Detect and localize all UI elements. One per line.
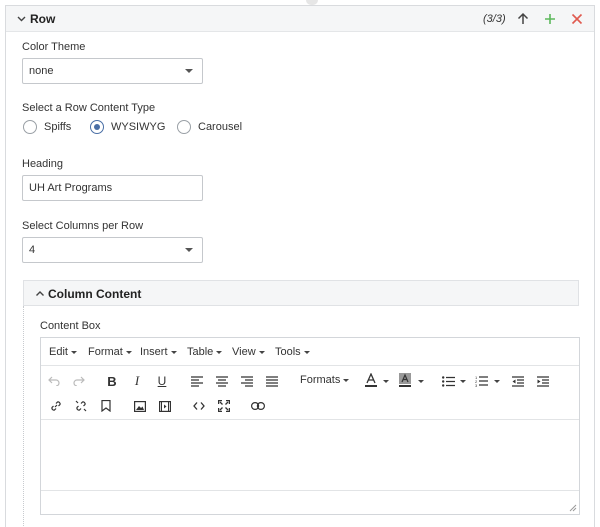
editor-menubar: Edit Format Insert Table View Tools: [41, 338, 579, 366]
columns-value: 4: [29, 244, 36, 256]
numbered-list-caret[interactable]: [494, 380, 500, 383]
column-content-guide: [23, 306, 24, 527]
align-justify-icon[interactable]: [264, 373, 280, 389]
radio-circle[interactable]: [177, 120, 191, 134]
fullscreen-icon[interactable]: [216, 398, 232, 414]
editor-content-area[interactable]: [41, 421, 579, 490]
background-color-icon[interactable]: [397, 372, 413, 388]
close-icon[interactable]: [569, 11, 585, 27]
radio-circle[interactable]: [23, 120, 37, 134]
menu-view[interactable]: View: [232, 346, 265, 358]
text-color-icon[interactable]: [363, 372, 379, 388]
radio-label: Spiffs: [44, 121, 72, 133]
radio-carousel[interactable]: Carousel: [177, 120, 242, 134]
editor-toolbar: B I U Formats 123: [41, 366, 579, 420]
content-type-label: Select a Row Content Type: [22, 102, 156, 114]
svg-text:3: 3: [475, 383, 478, 387]
columns-select[interactable]: 4: [22, 237, 203, 263]
resize-handle-icon[interactable]: [569, 504, 577, 512]
align-right-icon[interactable]: [239, 373, 255, 389]
unlink-icon[interactable]: [73, 398, 89, 414]
redo-icon[interactable]: [71, 373, 87, 389]
color-theme-select[interactable]: none: [22, 58, 203, 84]
chevron-down-icon[interactable]: [16, 13, 27, 24]
radio-label: WYSIWYG: [111, 121, 166, 133]
color-theme-value: none: [29, 65, 54, 77]
link-icon[interactable]: [48, 398, 64, 414]
row-panel: Row (3/3) Color Theme none Select a Row …: [5, 5, 595, 527]
menu-tools[interactable]: Tools: [275, 346, 310, 358]
chain-icon[interactable]: [250, 398, 266, 414]
background-color-caret[interactable]: [418, 380, 424, 383]
indent-icon[interactable]: [535, 373, 551, 389]
italic-icon[interactable]: I: [129, 373, 145, 389]
align-center-icon[interactable]: [214, 373, 230, 389]
align-left-icon[interactable]: [189, 373, 205, 389]
plus-icon[interactable]: [542, 11, 558, 27]
menu-insert[interactable]: Insert: [140, 346, 177, 358]
radio-spiffs[interactable]: Spiffs: [23, 120, 71, 134]
heading-value: UH Art Programs: [29, 182, 113, 194]
heading-input[interactable]: UH Art Programs: [22, 175, 203, 201]
text-color-caret[interactable]: [383, 380, 389, 383]
outdent-icon[interactable]: [510, 373, 526, 389]
chevron-down-icon: [185, 69, 193, 73]
radio-wysiwyg[interactable]: WYSIWYG: [90, 120, 165, 134]
undo-icon[interactable]: [46, 373, 62, 389]
radio-label: Carousel: [198, 121, 243, 133]
radio-circle-selected[interactable]: [90, 120, 104, 134]
heading-label: Heading: [22, 158, 63, 170]
code-icon[interactable]: [191, 398, 207, 414]
media-icon[interactable]: [157, 398, 173, 414]
chevron-down-icon: [185, 248, 193, 252]
color-theme-label: Color Theme: [22, 41, 86, 53]
row-panel-header[interactable]: Row (3/3): [6, 6, 594, 32]
bookmark-icon[interactable]: [98, 398, 114, 414]
bullet-list-caret[interactable]: [460, 380, 466, 383]
rich-text-editor: Edit Format Insert Table View Tools B I …: [40, 337, 580, 515]
bullet-list-icon[interactable]: [440, 373, 456, 389]
columns-label: Select Columns per Row: [22, 220, 144, 232]
formats-dropdown[interactable]: Formats: [300, 374, 350, 386]
row-panel-title: Row: [30, 12, 56, 26]
column-content-title: Column Content: [48, 287, 142, 301]
content-box-label: Content Box: [40, 320, 101, 332]
underline-icon[interactable]: U: [154, 373, 170, 389]
image-icon[interactable]: [132, 398, 148, 414]
editor-statusbar: [41, 490, 579, 514]
chevron-up-icon[interactable]: [35, 289, 45, 299]
numbered-list-icon[interactable]: 123: [473, 373, 489, 389]
content-type-radio-group: Spiffs WYSIWYG Carousel: [23, 120, 323, 136]
menu-table[interactable]: Table: [187, 346, 223, 358]
arrow-up-icon[interactable]: [515, 11, 531, 27]
bold-icon[interactable]: B: [104, 373, 120, 389]
column-content-header[interactable]: Column Content: [23, 280, 579, 306]
row-counter: (3/3): [483, 13, 506, 25]
menu-edit[interactable]: Edit: [49, 346, 77, 358]
menu-format[interactable]: Format: [88, 346, 132, 358]
